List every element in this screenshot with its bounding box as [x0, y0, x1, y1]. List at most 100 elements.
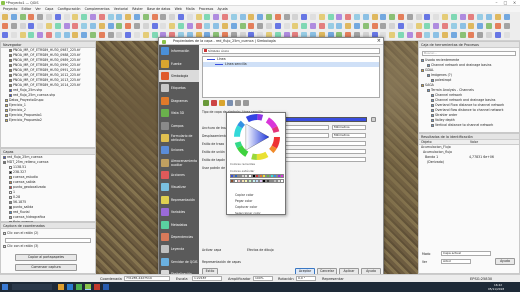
toolbar-tool-icon[interactable] [389, 23, 396, 29]
toolbar-tool-icon[interactable] [274, 14, 281, 20]
toolbar-tool-icon[interactable] [257, 14, 264, 20]
dialog-tab-4[interactable]: Diagramas [159, 95, 199, 107]
dialog-tab-14[interactable]: Metadatos [159, 218, 199, 230]
toolbar-tool-icon[interactable] [134, 23, 140, 29]
scale-value[interactable]: 1:22187 [192, 276, 222, 281]
toolbar-tool-icon[interactable] [28, 14, 35, 20]
coords-field-1[interactable] [5, 238, 91, 243]
dialog-tab-11[interactable]: Visualizar [159, 181, 199, 193]
toolbar-tool-icon[interactable] [468, 14, 475, 20]
dialog-tab-15[interactable]: Dependencias [159, 231, 199, 243]
mode-select[interactable]: Capa actual [441, 251, 491, 256]
toolbar-tool-icon[interactable] [63, 14, 70, 20]
toolbar-tool-icon[interactable] [151, 14, 158, 20]
toolbar-tool-icon[interactable] [398, 23, 404, 29]
toolbar-tool-icon[interactable] [116, 14, 123, 20]
paste-color-item[interactable]: Pegar color [235, 199, 252, 203]
dialog-tab-16[interactable]: Leyenda [159, 243, 199, 255]
dialog-tab-6[interactable]: Campos [159, 119, 199, 131]
toolbar-tool-icon[interactable] [90, 14, 96, 20]
dialog-tab-10[interactable]: Acciones [159, 169, 199, 181]
identify-help-button[interactable]: Ayuda [495, 258, 515, 265]
toolbar-tool-icon[interactable] [178, 23, 184, 29]
color-swatch[interactable] [280, 174, 285, 178]
toolbar-tool-icon[interactable] [107, 32, 114, 38]
dialog-tab-17[interactable]: Servidor de QGIS [159, 256, 199, 268]
width-unit-select[interactable]: Milímetros [332, 125, 366, 130]
toolbar-tool-icon[interactable] [222, 23, 228, 29]
toolbar-tool-icon[interactable] [54, 32, 61, 38]
toolbar-tool-icon[interactable] [424, 23, 431, 29]
toolbar-tool-icon[interactable] [134, 14, 140, 20]
toolbar-tool-icon[interactable] [90, 32, 96, 38]
toolbar-tool-icon[interactable] [486, 14, 492, 20]
toolbar-tool-icon[interactable] [301, 23, 308, 29]
toolbar-tool-icon[interactable] [46, 32, 52, 38]
start-capture-button[interactable]: Comenzar captura [15, 264, 77, 271]
toolbar-tool-icon[interactable] [142, 32, 149, 38]
dialog-tab-3[interactable]: Etiquetas [159, 82, 199, 94]
toolbar-tool-icon[interactable] [134, 32, 140, 38]
toolbar-tool-icon[interactable] [310, 23, 316, 29]
toolbar-tool-icon[interactable] [72, 14, 79, 20]
toolbar-tool-icon[interactable] [28, 32, 35, 38]
toolbar-tool-icon[interactable] [169, 23, 176, 29]
toolbar-tool-icon[interactable] [398, 14, 404, 20]
toolbar-tool-icon[interactable] [433, 32, 440, 38]
toolbar-tool-icon[interactable] [54, 23, 61, 29]
toolbar-tool-icon[interactable] [204, 14, 211, 20]
toolbar-tool-icon[interactable] [107, 23, 114, 29]
toolbar-tool-icon[interactable] [125, 23, 132, 29]
toolbar-tool-icon[interactable] [442, 14, 448, 20]
toolbar-tool-icon[interactable] [160, 23, 167, 29]
toolbar-tool-icon[interactable] [151, 32, 158, 38]
toolbar-tool-icon[interactable] [195, 14, 202, 20]
layer-rendering-section[interactable]: Representación de capas [202, 260, 241, 264]
dialog-tab-8[interactable]: Uniones [159, 144, 199, 156]
toolbar-tool-icon[interactable] [503, 32, 510, 38]
toolbar-tool-icon[interactable] [424, 14, 431, 20]
toolbar-tool-icon[interactable] [486, 23, 492, 29]
toolbar-tool-icon[interactable] [494, 23, 501, 29]
toolbar-tool-icon[interactable] [380, 14, 387, 20]
toolbar-tool-icon[interactable] [37, 23, 44, 29]
toolbar-tool-icon[interactable] [186, 23, 193, 29]
chrome-icon[interactable] [76, 284, 82, 290]
toolbar-tool-icon[interactable] [283, 23, 290, 29]
toolbar-tool-icon[interactable] [19, 32, 26, 38]
toolbar-tool-icon[interactable] [239, 23, 246, 29]
toolbar-tool-icon[interactable] [494, 14, 501, 20]
toolbar-tool-icon[interactable] [283, 14, 290, 20]
coord-value[interactable]: 731285,4427519 [124, 276, 170, 281]
color-swatch[interactable] [280, 179, 285, 183]
view-select[interactable]: Árbol [441, 259, 471, 264]
toolbar-tool-icon[interactable] [327, 14, 334, 20]
toolbar-tool-icon[interactable] [81, 23, 88, 29]
toolbar-tool-icon[interactable] [477, 14, 484, 20]
magnifier-value[interactable]: 100% [253, 276, 273, 281]
toolbar-tool-icon[interactable] [230, 23, 237, 29]
toolbar-tool-icon[interactable] [81, 14, 88, 20]
toolbar-tool-icon[interactable] [37, 14, 44, 20]
toolbar-tool-icon[interactable] [468, 23, 475, 29]
toolbar-tool-icon[interactable] [10, 32, 17, 38]
toolbar-tool-icon[interactable] [327, 23, 334, 29]
toolbar-tool-icon[interactable] [116, 23, 123, 29]
toolbar-tool-icon[interactable] [477, 23, 484, 29]
toolbar-tool-icon[interactable] [389, 14, 396, 20]
toolbox-item[interactable]: Vertical distance to channel network [419, 123, 519, 128]
symbol-tree-simple-line[interactable]: Línea sencilla [203, 62, 379, 67]
dialog-tab-1[interactable]: Fuente [159, 57, 199, 69]
duplicate-icon[interactable] [227, 100, 233, 106]
toolbar-tool-icon[interactable] [19, 23, 26, 29]
toolbar-tool-icon[interactable] [318, 23, 325, 29]
toolbar-tool-icon[interactable] [2, 23, 8, 29]
move-down-icon[interactable] [243, 100, 249, 106]
toolbar-tool-icon[interactable] [354, 23, 360, 29]
toolbar-tool-icon[interactable] [477, 32, 484, 38]
toolbar-tool-icon[interactable] [442, 23, 448, 29]
toolbar-tool-icon[interactable] [415, 23, 422, 29]
toolbar-tool-icon[interactable] [371, 23, 378, 29]
toolbar-tool-icon[interactable] [292, 14, 299, 20]
toolbar-tool-icon[interactable] [107, 14, 114, 20]
